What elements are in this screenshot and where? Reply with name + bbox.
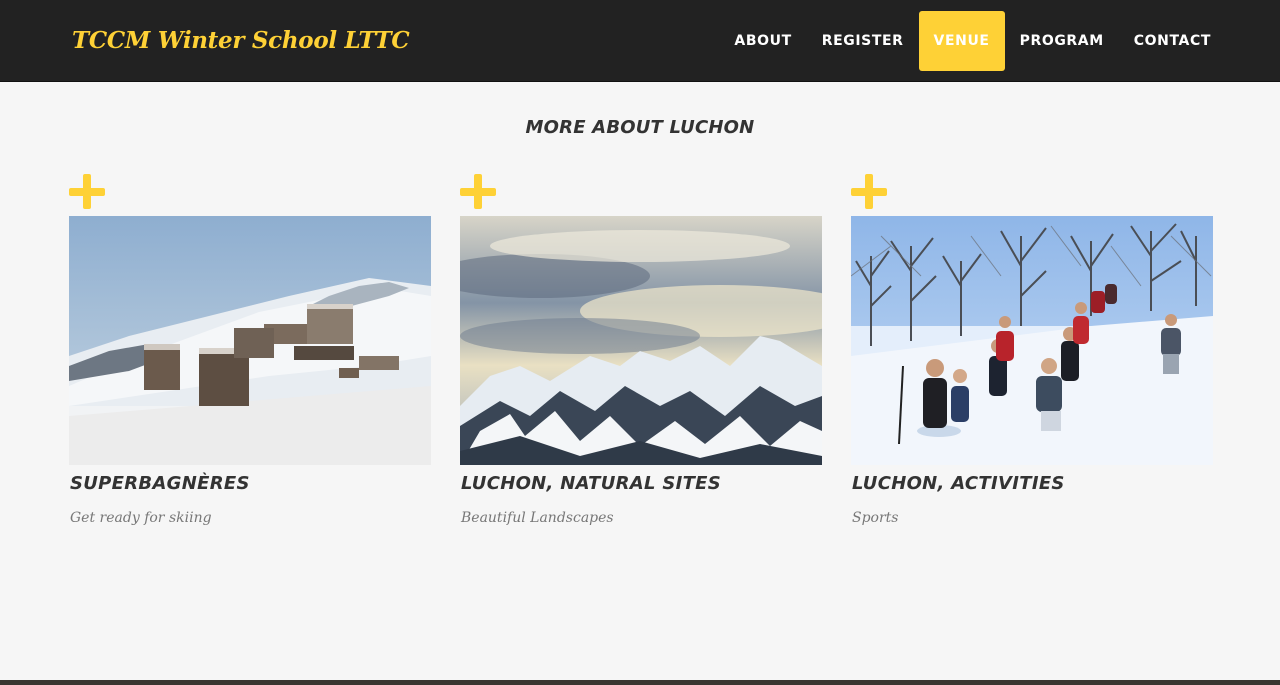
card-subtitle: Sports	[852, 510, 899, 526]
superbagneres-photo[interactable]	[69, 216, 431, 465]
nav-item-register[interactable]: REGISTER	[807, 11, 919, 71]
brand-logo-link[interactable]: TCCM Winter School LTTC	[72, 24, 410, 58]
card-subtitle: Get ready for skiing	[70, 510, 212, 526]
activities-photo[interactable]	[851, 216, 1213, 465]
bottom-divider	[0, 680, 1280, 685]
card-title: SUPERBAGNÈRES	[70, 473, 250, 494]
nav-item-program[interactable]: PROGRAM	[1005, 11, 1119, 71]
card-subtitle: Beautiful Landscapes	[461, 510, 614, 526]
main-nav: ABOUT REGISTER VENUE PROGRAM CONTACT	[719, 11, 1226, 71]
navbar: TCCM Winter School LTTC ABOUT REGISTER V…	[0, 0, 1280, 82]
nav-item-about[interactable]: ABOUT	[719, 11, 806, 71]
section-title: MORE ABOUT LUCHON	[525, 117, 755, 138]
card-title: LUCHON, NATURAL SITES	[461, 473, 722, 494]
nav-item-contact[interactable]: CONTACT	[1119, 11, 1226, 71]
plus-icon[interactable]	[460, 173, 496, 209]
natural-sites-photo[interactable]	[460, 216, 822, 465]
plus-icon[interactable]	[69, 173, 105, 209]
nav-item-venue[interactable]: VENUE	[918, 11, 1005, 71]
card-title: LUCHON, ACTIVITIES	[852, 473, 1065, 494]
plus-icon[interactable]	[851, 173, 887, 209]
